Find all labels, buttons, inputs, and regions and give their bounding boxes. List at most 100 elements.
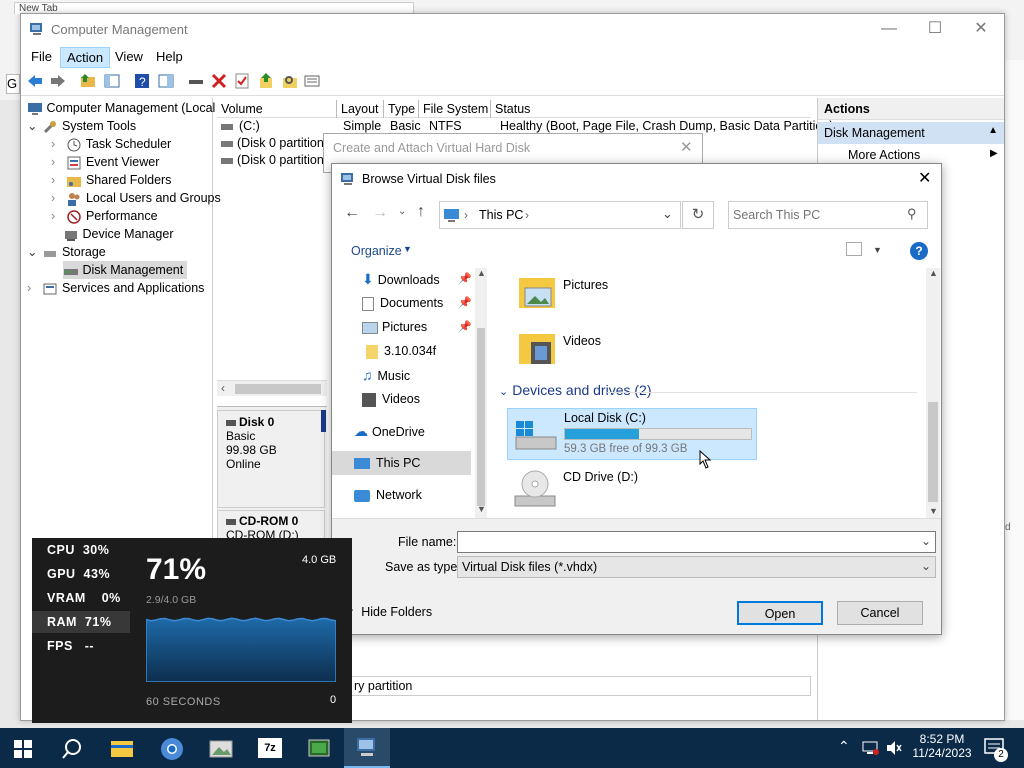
7zip-icon[interactable]: 7z — [258, 738, 282, 758]
clock[interactable]: 8:52 PM 11/24/2023 — [912, 732, 972, 760]
scroll-down-icon[interactable]: ▼ — [929, 506, 938, 516]
folder-label-pictures[interactable]: Pictures — [563, 278, 608, 292]
chevron-right-icon[interactable]: › — [51, 207, 63, 225]
search-box[interactable]: ⚲ — [728, 201, 928, 229]
list-view-icon[interactable] — [303, 72, 321, 90]
windows-start-icon[interactable] — [14, 740, 32, 758]
tree-item-task-scheduler[interactable]: › Task Scheduler — [51, 135, 171, 153]
show-hide-tree-icon[interactable] — [103, 72, 121, 90]
scroll-thumb[interactable] — [235, 384, 321, 394]
dialog-close-icon[interactable]: ✕ — [918, 168, 931, 188]
view-options-icon[interactable] — [846, 242, 862, 256]
menu-action[interactable]: Action — [60, 47, 111, 68]
nav-scrollbar[interactable]: ▲ ▼ — [475, 268, 487, 518]
more-actions[interactable]: More Actions — [848, 148, 920, 162]
menu-help[interactable]: Help — [150, 47, 189, 66]
export-icon[interactable] — [257, 72, 275, 90]
file-scroll-thumb[interactable] — [928, 402, 938, 502]
delete-icon[interactable] — [210, 72, 228, 90]
volume-row[interactable]: (Disk 0 partition — [217, 152, 327, 169]
connect-icon[interactable] — [187, 72, 205, 90]
scroll-left-icon[interactable]: ‹ — [221, 381, 225, 395]
pin-icon[interactable]: 📌 — [458, 315, 472, 339]
column-status[interactable]: Status — [491, 100, 811, 118]
collapse-up-icon[interactable]: ▲ — [988, 125, 998, 136]
chevron-down-icon[interactable]: ⌄ — [499, 386, 508, 398]
menu-file[interactable]: File — [25, 47, 58, 66]
perf-row-ram[interactable]: RAM 71% — [32, 611, 130, 633]
search-input[interactable] — [733, 205, 901, 225]
volume-hscrollbar[interactable]: ‹ — [217, 380, 327, 396]
menu-view[interactable]: View — [109, 47, 149, 66]
tree-item-shared-folders[interactable]: › Shared Folders — [51, 171, 171, 189]
show-hidden-icons-chevron[interactable]: ⌃ — [838, 738, 850, 755]
address-bar[interactable]: › This PC › ⌄ — [439, 201, 681, 229]
maximize-button[interactable]: ☐ — [912, 14, 958, 44]
file-name-dropdown-icon[interactable]: ⌄ — [921, 534, 931, 548]
chevron-right-icon[interactable]: › — [27, 279, 39, 297]
organize-button[interactable]: Organize — [351, 244, 402, 258]
forward-arrow-icon[interactable] — [49, 72, 67, 90]
chevron-down-icon[interactable]: ⌄ — [27, 117, 39, 135]
nav-item-this-pc[interactable]: This PC — [332, 451, 471, 475]
up-arrow-icon[interactable]: ↑ — [417, 203, 425, 221]
pin-icon[interactable]: 📌 — [458, 291, 472, 315]
chevron-right-icon[interactable]: › — [51, 135, 63, 153]
help-icon[interactable]: ? — [910, 242, 928, 260]
nav-item-onedrive[interactable]: ☁ OneDrive — [354, 419, 494, 443]
scroll-down-icon[interactable]: ▼ — [477, 504, 486, 514]
forward-arrow-icon[interactable]: → — [372, 204, 388, 222]
organize-dropdown-icon[interactable]: ▼ — [403, 244, 412, 254]
minimize-button[interactable]: — — [866, 14, 912, 44]
back-arrow-icon[interactable]: ← — [344, 204, 360, 222]
column-layout[interactable]: Layout — [337, 100, 384, 118]
tree-item-local-users-groups[interactable]: › Local Users and Groups — [51, 189, 221, 207]
taskbar-computer-management[interactable] — [344, 728, 390, 768]
folder-label-videos[interactable]: Videos — [563, 334, 601, 348]
nav-item-network[interactable]: Network — [354, 483, 494, 507]
pin-icon[interactable]: 📌 — [458, 267, 472, 291]
search-icon[interactable] — [61, 738, 83, 760]
file-explorer-icon[interactable] — [110, 738, 134, 758]
cdrom-info[interactable]: CD-ROM 0 CD-ROM (D:) — [217, 510, 325, 540]
save-type-dropdown-icon[interactable]: ⌄ — [921, 559, 931, 573]
tree-item-computer-management[interactable]: Computer Management (Local — [27, 99, 215, 117]
disk0-info[interactable]: Disk 0 Basic 99.98 GB Online — [217, 410, 325, 508]
breadcrumb-chevron-icon[interactable]: › — [525, 208, 529, 222]
folder-tile-pictures[interactable] — [517, 272, 557, 312]
devices-group-header[interactable]: ⌄ Devices and drives (2) — [499, 382, 652, 398]
properties-pane-icon[interactable] — [157, 72, 175, 90]
drive-tile-cd-drive[interactable]: CD Drive (D:) — [507, 468, 757, 514]
scroll-up-icon[interactable]: ▲ — [477, 268, 486, 278]
chevron-right-icon[interactable]: › — [51, 153, 63, 171]
column-type[interactable]: Type — [384, 100, 419, 118]
search-folder-icon[interactable] — [281, 72, 299, 90]
chevron-right-icon[interactable]: › — [51, 189, 63, 207]
tree-item-storage[interactable]: ⌄ Storage — [27, 243, 106, 261]
cancel-button[interactable]: Cancel — [837, 601, 923, 625]
refresh-button[interactable]: ↻ — [682, 201, 714, 229]
tree-item-disk-management[interactable]: Disk Management — [63, 261, 188, 279]
chevron-down-icon[interactable]: ⌄ — [27, 243, 39, 261]
network-status-icon[interactable] — [862, 740, 880, 756]
address-text[interactable]: This PC — [479, 208, 523, 222]
save-type-select[interactable]: Virtual Disk files (*.vhdx) ⌄ — [457, 556, 936, 578]
tree-item-device-manager[interactable]: Device Manager — [63, 225, 174, 243]
partition-label[interactable]: ry partition — [351, 676, 811, 696]
volume-muted-icon[interactable] — [885, 740, 903, 756]
column-volume[interactable]: Volume — [217, 100, 337, 118]
file-name-field[interactable]: ⌄ — [457, 531, 936, 553]
back-arrow-icon[interactable] — [26, 72, 44, 90]
address-dropdown-icon[interactable]: ⌄ — [662, 206, 673, 222]
photos-app-icon[interactable] — [208, 737, 234, 761]
checklist-icon[interactable] — [233, 72, 251, 90]
tree-item-services-applications[interactable]: › Services and Applications — [27, 279, 204, 297]
volume-row[interactable]: (Disk 0 partition — [217, 135, 327, 152]
tree-item-performance[interactable]: › Performance — [51, 207, 158, 225]
drive-tile-local-disk[interactable]: Local Disk (C:) 59.3 GB free of 99.3 GB — [507, 408, 757, 460]
nav-scroll-thumb[interactable] — [477, 328, 485, 506]
terminal-icon[interactable] — [307, 737, 331, 761]
recent-dropdown-icon[interactable]: ⌄ — [398, 206, 406, 217]
actions-section-disk-management[interactable]: Disk Management ▲ — [818, 122, 1004, 144]
tree-item-system-tools[interactable]: ⌄ System Tools — [27, 117, 136, 135]
